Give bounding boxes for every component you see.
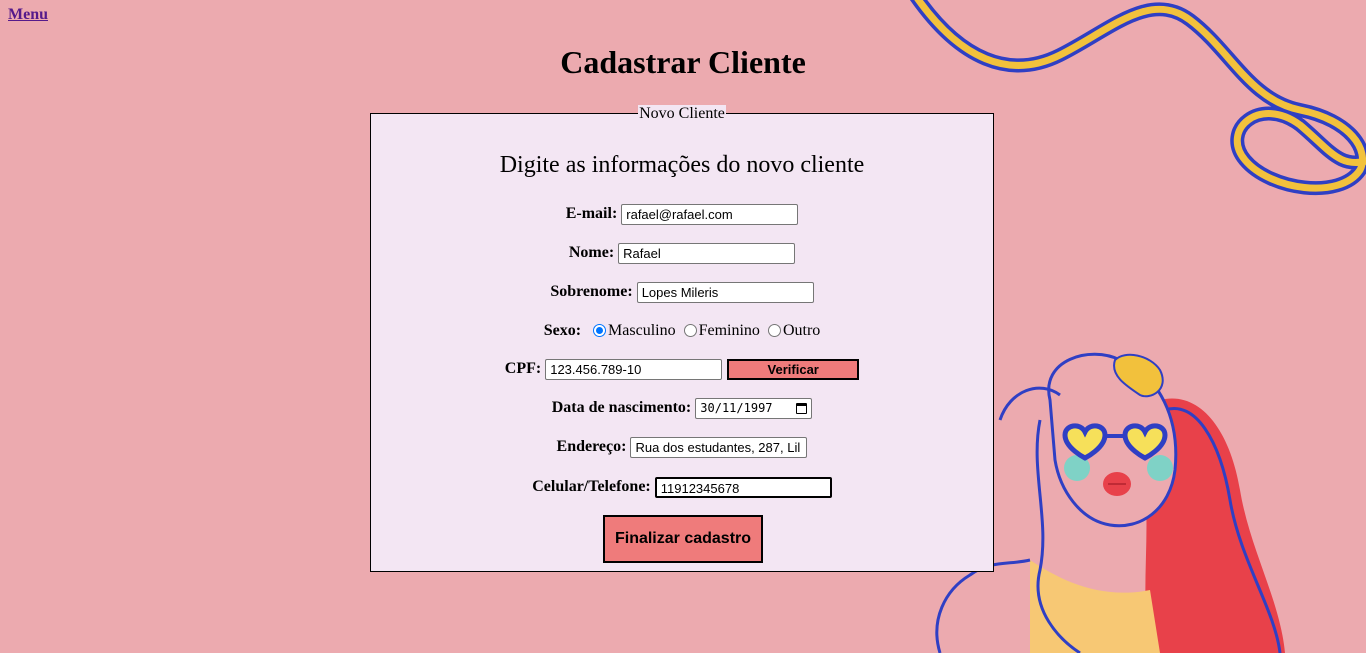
birthdate-field[interactable]: 30/11/1997 xyxy=(695,397,813,419)
endereco-label: Endereço: xyxy=(556,438,627,455)
calendar-icon[interactable] xyxy=(796,402,808,414)
nascimento-row: Data de nascimento: 30/11/1997 xyxy=(371,396,993,420)
birthdate-value: 30/11/1997 xyxy=(700,400,773,415)
cpf-label: CPF: xyxy=(504,360,542,377)
finish-registration-button[interactable]: Finalizar cadastro xyxy=(603,515,763,563)
cpf-row: CPF: 123.456.789-10 Verificar xyxy=(371,357,993,381)
nome-field[interactable]: Rafael xyxy=(618,242,796,264)
email-field[interactable]: rafael@rafael.com xyxy=(621,203,799,225)
email-row: E-mail: rafael@rafael.com xyxy=(371,202,993,226)
page-title: Cadastrar Cliente xyxy=(560,44,806,80)
nome-label: Nome: xyxy=(568,244,615,261)
sexo-label: Sexo: xyxy=(543,322,582,339)
cpf-field[interactable]: 123.456.789-10 xyxy=(545,358,723,380)
endereco-field[interactable]: Rua dos estudantes, 287, Lil xyxy=(630,436,808,458)
sobrenome-row: Sobrenome: Lopes Mileris xyxy=(371,280,993,304)
sobrenome-label: Sobrenome: xyxy=(550,283,633,300)
page: Menu Cadastrar Cliente Novo Cliente Digi… xyxy=(0,0,1366,653)
sobrenome-field[interactable]: Lopes Mileris xyxy=(636,281,814,303)
nome-row: Nome: Rafael xyxy=(371,241,993,265)
radio-masculino-label[interactable]: Masculino xyxy=(608,322,676,340)
form-subtitle: Digite as informações do novo cliente xyxy=(499,152,865,178)
radio-masculino[interactable] xyxy=(593,323,607,337)
telefone-label: Celular/Telefone: xyxy=(532,478,651,495)
new-client-fieldset: Novo Cliente Digite as informações do no… xyxy=(370,105,994,572)
endereco-row: Endereço: Rua dos estudantes, 287, Lil xyxy=(371,435,993,459)
radio-feminino[interactable] xyxy=(683,323,697,337)
nascimento-label: Data de nascimento: xyxy=(551,399,692,416)
radio-feminino-label[interactable]: Feminino xyxy=(699,322,760,340)
sexo-row: Sexo: Masculino Feminino Outro xyxy=(371,319,993,343)
telefone-row: Celular/Telefone: 11912345678 xyxy=(371,475,993,499)
menu-link[interactable]: Menu xyxy=(8,6,48,24)
verify-cpf-button[interactable]: Verificar xyxy=(727,358,860,380)
fieldset-legend: Novo Cliente xyxy=(638,105,726,122)
radio-outro-label[interactable]: Outro xyxy=(783,322,820,340)
email-label: E-mail: xyxy=(565,205,618,222)
radio-outro[interactable] xyxy=(767,323,781,337)
telefone-field[interactable]: 11912345678 xyxy=(654,476,832,498)
